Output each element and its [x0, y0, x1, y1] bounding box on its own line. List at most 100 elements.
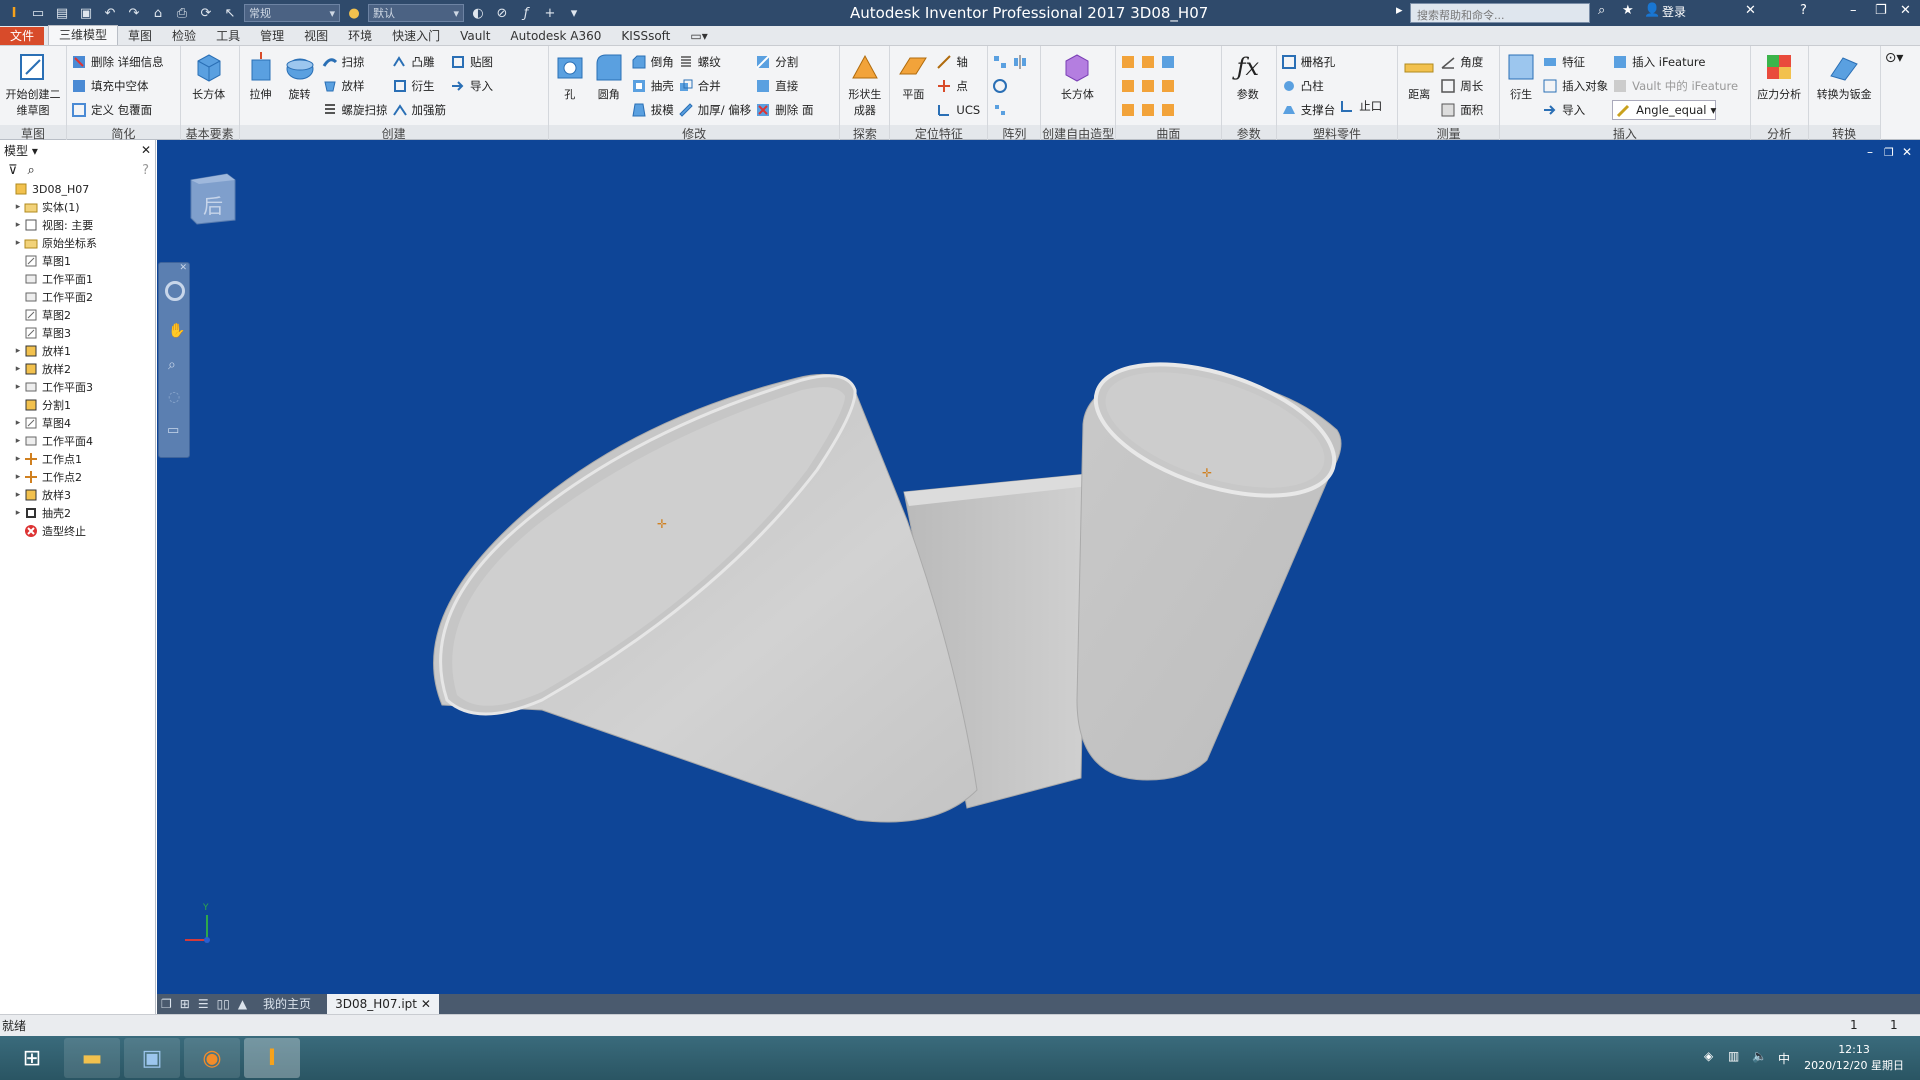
expand-icon[interactable]: ▸ [12, 508, 24, 518]
rib-button[interactable]: 加强筋 [392, 100, 446, 120]
expand-icon[interactable]: ▸ [12, 364, 24, 374]
taskbar-app-2[interactable]: ▣ [124, 1038, 180, 1078]
zoom-icon[interactable]: ⌕ [168, 357, 176, 373]
fillet-button[interactable]: 圆角 [591, 50, 627, 124]
rectangular-pattern-button[interactable] [992, 52, 1028, 72]
appearance-combo[interactable]: 默认 ▾ [368, 4, 464, 22]
remove-details-button[interactable]: 删除 详细信息 [71, 52, 164, 72]
stress-analysis-button[interactable]: 应力分析 [1755, 50, 1804, 124]
browser-node[interactable]: 工作平面2 [0, 288, 155, 306]
open-icon[interactable]: ▤ [52, 3, 72, 23]
close-icon[interactable]: ✕ [1900, 3, 1911, 18]
insert-ifeature-button[interactable]: 插入 iFeature [1612, 52, 1738, 72]
network-icon[interactable]: ▥ [1728, 1049, 1739, 1063]
doc-list-icon[interactable]: ▲ [238, 997, 247, 1011]
new-icon[interactable]: ▭ [28, 3, 48, 23]
surface-tool-1[interactable] [1120, 52, 1176, 72]
define-envelope-button[interactable]: 定义 包覆面 [71, 100, 164, 120]
browser-node[interactable]: 草图2 [0, 306, 155, 324]
viewport-close-icon[interactable]: ✕ [1902, 145, 1912, 159]
shell-button[interactable]: 抽壳 [631, 76, 674, 96]
browser-node[interactable]: ▸ 抽壳2 [0, 504, 155, 522]
box-primitive-button[interactable]: 长方体 [185, 50, 233, 124]
start-2d-sketch-button[interactable]: 开始创建二维草图 [4, 50, 62, 124]
favorites-icon[interactable]: ★ [1622, 3, 1634, 18]
browser-help-icon[interactable]: ? [142, 163, 149, 178]
tab-kisssoft[interactable]: KISSsoft [611, 27, 680, 45]
expand-icon[interactable]: ▸ [12, 202, 24, 212]
hole-button[interactable]: 孔 [553, 50, 587, 124]
browser-node[interactable]: ▸ 放样3 [0, 486, 155, 504]
tab-sketch[interactable]: 草图 [118, 27, 162, 45]
tab-more-icon[interactable]: ▭▾ [680, 27, 717, 45]
filter-icon[interactable]: ⊽ [8, 163, 18, 178]
lip-button[interactable]: 止口 [1339, 96, 1382, 116]
taskbar-browser[interactable]: ◉ [184, 1038, 240, 1078]
boss-button[interactable]: 凸柱 [1281, 76, 1336, 96]
find-icon[interactable]: ⌕ [28, 163, 35, 178]
browser-node[interactable]: 3D08_H07 [0, 180, 155, 198]
insert-object-button[interactable]: 插入对象 [1542, 76, 1608, 96]
rest-button[interactable]: 支撑台 [1281, 100, 1335, 120]
feature-insert-button[interactable]: 特征 [1542, 52, 1608, 72]
browser-node[interactable]: ▸ 工作点2 [0, 468, 155, 486]
browser-node[interactable]: ▸ 视图: 主要 [0, 216, 155, 234]
login-link[interactable]: 登录 [1662, 3, 1686, 20]
tab-tools[interactable]: 工具 [206, 27, 250, 45]
steering-wheel-icon[interactable] [165, 281, 185, 301]
browser-node[interactable]: 分割1 [0, 396, 155, 414]
delete-face-button[interactable]: 删除 面 [755, 100, 813, 120]
appearance-adjust-icon[interactable]: ◐ [468, 3, 488, 23]
orbit-icon[interactable]: ◌ [168, 389, 180, 405]
shape-generator-button[interactable]: 形状生成器 [844, 50, 885, 124]
clear-appearance-icon[interactable]: ⊘ [492, 3, 512, 23]
tab-close-icon[interactable]: ✕ [421, 997, 431, 1011]
browser-node[interactable]: ▸ 实体(1) [0, 198, 155, 216]
grill-button[interactable]: 栅格孔 [1281, 52, 1335, 72]
expand-icon[interactable]: ▸ [12, 220, 24, 230]
ucs-button[interactable]: UCS [936, 100, 980, 120]
perimeter-button[interactable]: 周长 [1440, 76, 1483, 96]
point-button[interactable]: 点 [936, 76, 980, 96]
select-icon[interactable]: ↖ [220, 3, 240, 23]
loft-button[interactable]: 放样 [322, 76, 388, 96]
browser-node[interactable]: ▸ 放样1 [0, 342, 155, 360]
import-button[interactable]: 导入 [450, 76, 493, 96]
browser-node[interactable]: 造型终止 [0, 522, 155, 540]
minimize-icon[interactable]: – [1850, 3, 1857, 18]
tab-file[interactable]: 文件 [0, 27, 45, 45]
tab-vault[interactable]: Vault [450, 27, 500, 45]
browser-node[interactable]: ▸ 草图4 [0, 414, 155, 432]
help-icon[interactable]: ? [1800, 3, 1807, 18]
axis-button[interactable]: 轴 [936, 52, 980, 72]
tab-my-home[interactable]: 我的主页 [255, 994, 319, 1014]
circular-pattern-button[interactable] [992, 76, 1028, 96]
ribbon-options-icon[interactable]: ⊙▾ [1885, 50, 1904, 124]
draft-button[interactable]: 拔模 [631, 100, 674, 120]
style-combo[interactable]: 常规 ▾ [244, 4, 340, 22]
user-icon[interactable]: 👤 [1644, 3, 1660, 18]
color-icon[interactable]: ● [344, 3, 364, 23]
tab-manage[interactable]: 管理 [250, 27, 294, 45]
sweep-button[interactable]: 扫掠 [322, 52, 388, 72]
thicken-offset-button[interactable]: 加厚/ 偏移 [678, 100, 751, 120]
view-cube[interactable]: 后 [187, 170, 239, 226]
tab-get-started[interactable]: 快速入门 [382, 27, 450, 45]
browser-title[interactable]: 模型 ▾ [4, 142, 38, 159]
tile-horizontal-icon[interactable]: ☰ [198, 997, 209, 1011]
navbar-close-icon[interactable]: ✕ [179, 263, 187, 273]
revolve-button[interactable]: 旋转 [282, 50, 318, 124]
expand-icon[interactable]: ▸ [12, 472, 24, 482]
tile-vertical-icon[interactable]: ▯▯ [217, 997, 230, 1011]
search-expand-icon[interactable]: ▸ [1396, 3, 1403, 18]
graphics-viewport[interactable]: ✛ ✛ Y – ❐ ✕ 后 ✕ ✋ ⌕ ◌ ▭ [157, 140, 1920, 994]
tab-view[interactable]: 视图 [294, 27, 338, 45]
browser-node[interactable]: 草图1 [0, 252, 155, 270]
plane-button[interactable]: 平面 [894, 50, 932, 124]
browser-node[interactable]: 工作平面1 [0, 270, 155, 288]
sketch-pattern-button[interactable] [992, 100, 1028, 120]
angle-button[interactable]: 角度 [1440, 52, 1483, 72]
volume-icon[interactable]: 🔈 [1752, 1049, 1767, 1063]
coil-button[interactable]: 螺旋扫掠 [322, 100, 388, 120]
model-canvas[interactable]: ✛ ✛ Y – ❐ ✕ [157, 140, 1920, 994]
